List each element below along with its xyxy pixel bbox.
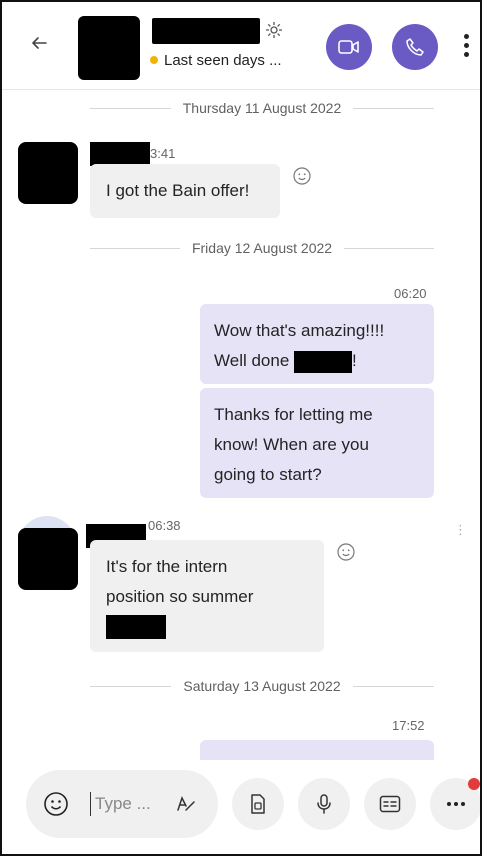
- chat-header: Last seen days ...: [2, 2, 480, 90]
- attach-file-button[interactable]: [232, 778, 284, 830]
- contact-card-button[interactable]: [364, 778, 416, 830]
- message-text: Wow that's amazing!!!!: [214, 321, 385, 340]
- message-bubble[interactable]: I got the Bain offer!: [90, 164, 280, 218]
- contact-name-redacted[interactable]: [152, 18, 260, 44]
- attach-file-icon: [251, 794, 265, 814]
- status-dot: [150, 56, 158, 64]
- text-redacted: [106, 615, 166, 639]
- contact-card-icon: [379, 795, 401, 813]
- sender-avatar-redacted[interactable]: [18, 528, 78, 590]
- message-time: 17:52: [392, 718, 425, 733]
- message-bubble[interactable]: It's for the intern position so summer: [90, 540, 324, 652]
- message-text: I got the Bain offer!: [106, 181, 250, 200]
- phone-icon: [406, 38, 424, 56]
- microphone-button[interactable]: [298, 778, 350, 830]
- react-smiley-icon[interactable]: [336, 542, 356, 562]
- day-divider: Friday 12 August 2022: [90, 238, 435, 258]
- more-vertical-icon[interactable]: [464, 34, 470, 62]
- name-redacted: [294, 350, 353, 373]
- sender-avatar-redacted[interactable]: [18, 142, 78, 204]
- more-options-icon[interactable]: ⋮: [454, 522, 467, 538]
- message-bubble-outgoing[interactable]: Wow that's amazing!!!! Well done !: [200, 304, 434, 384]
- message-text: going to start?: [214, 465, 322, 484]
- message-text: Well done !: [214, 346, 420, 376]
- sender-name-redacted: [90, 142, 150, 166]
- more-horizontal-icon: [447, 802, 465, 806]
- status-text: Last seen days ...: [164, 52, 282, 69]
- message-time: 3:41: [150, 146, 176, 161]
- avatar-redacted[interactable]: [78, 16, 140, 80]
- message-bubble-outgoing[interactable]: [200, 740, 434, 760]
- message-bubble-outgoing[interactable]: Thanks for letting me know! When are you…: [200, 388, 434, 498]
- message-text: position so summer: [106, 587, 254, 606]
- day-divider: Thursday 11 August 2022: [90, 98, 434, 118]
- notification-badge: [468, 778, 480, 790]
- message-input[interactable]: Type ...: [95, 794, 151, 814]
- emoji-icon[interactable]: [42, 790, 70, 823]
- audio-call-button[interactable]: [392, 24, 438, 70]
- back-arrow-icon[interactable]: [30, 32, 48, 58]
- gear-icon[interactable]: [264, 20, 284, 40]
- format-pen-icon[interactable]: [174, 792, 198, 821]
- chat-window: Last seen days ... Thursday 11 August 20…: [0, 0, 482, 856]
- message-text: It's for the intern: [106, 557, 228, 576]
- message-time: 06:38: [148, 518, 181, 533]
- day-divider: Saturday 13 August 2022: [90, 676, 435, 696]
- react-smiley-icon[interactable]: [292, 166, 312, 186]
- text-cursor: [90, 792, 91, 816]
- message-text: Thanks for letting me: [214, 405, 373, 424]
- message-time: 06:20: [394, 286, 427, 301]
- microphone-icon: [317, 794, 331, 814]
- video-call-icon: [338, 40, 359, 54]
- message-text: know! When are you: [214, 435, 369, 454]
- video-call-button[interactable]: [326, 24, 372, 70]
